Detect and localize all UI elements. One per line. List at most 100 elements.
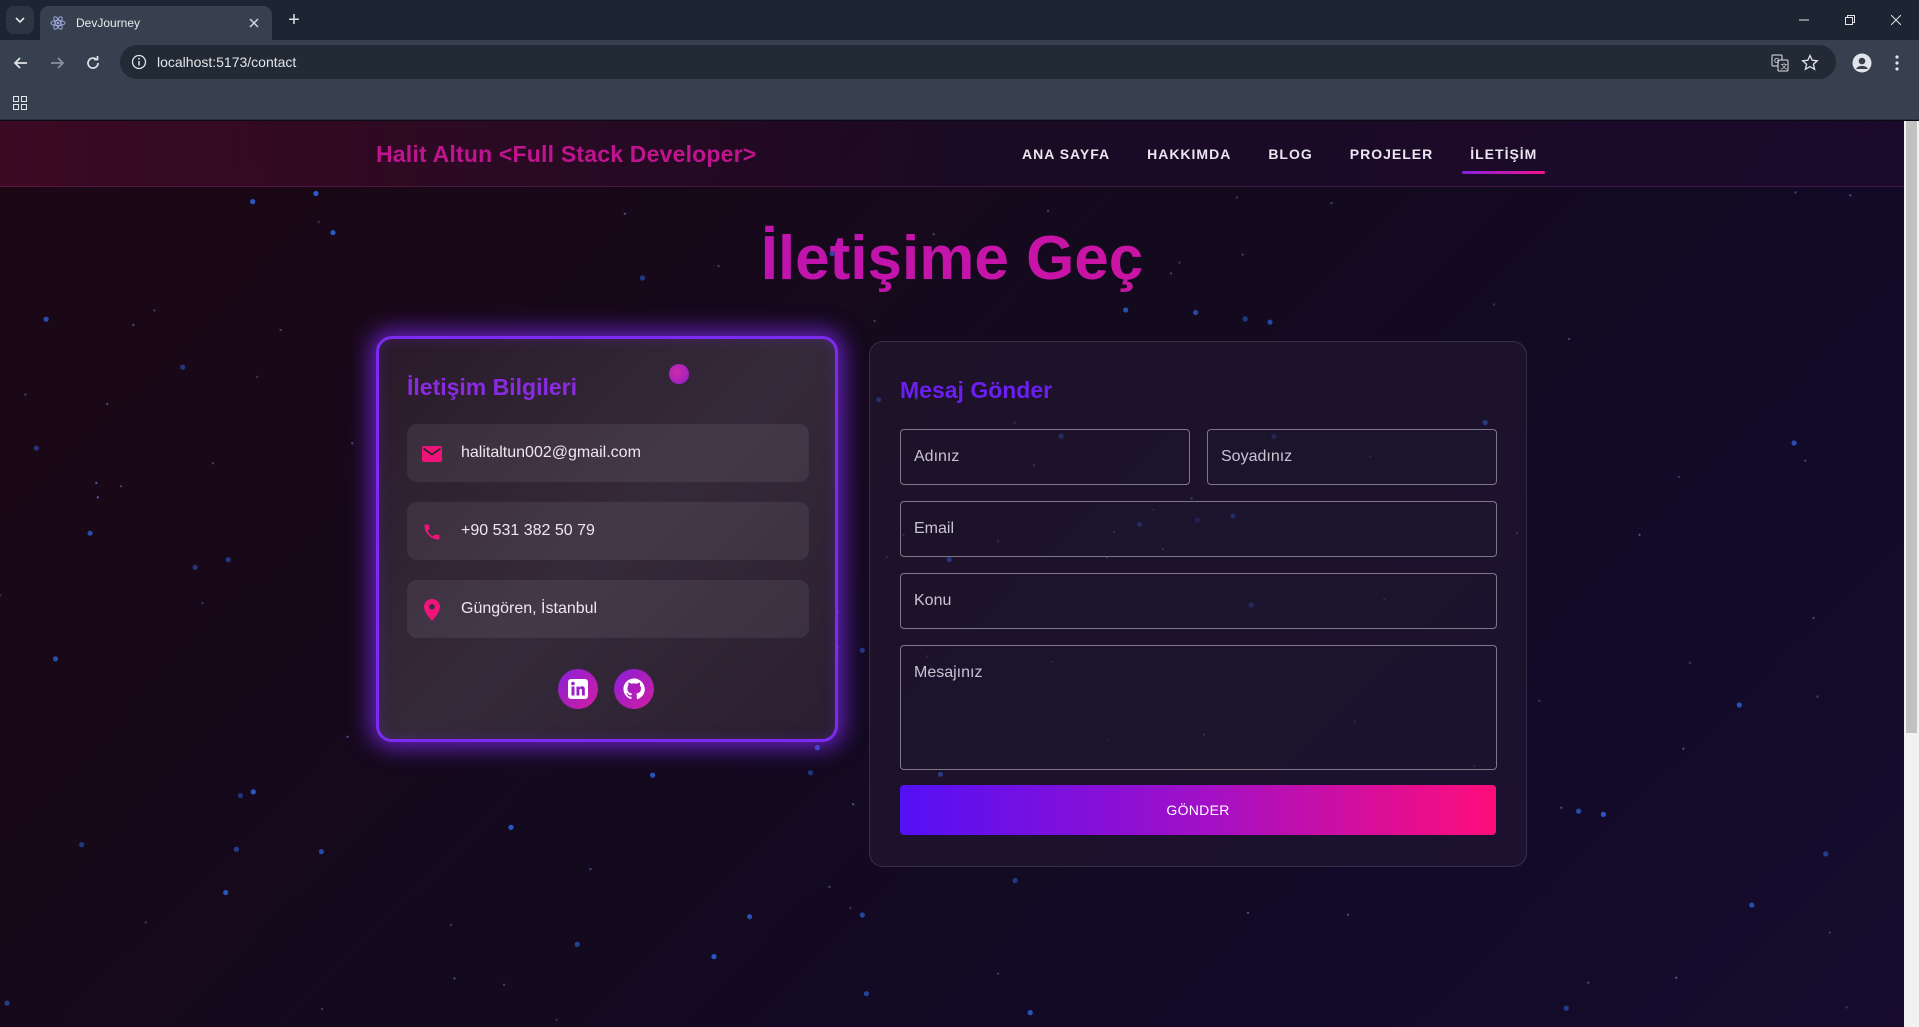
restore-button[interactable]: [1827, 0, 1873, 40]
page-scrollbar[interactable]: [1904, 121, 1919, 1027]
browser-tab[interactable]: DevJourney: [40, 6, 272, 40]
star: [1012, 877, 1018, 884]
last-name-input[interactable]: Soyadınız: [1207, 429, 1497, 485]
star: [4, 1000, 10, 1006]
subject-input[interactable]: Konu: [900, 573, 1497, 629]
star: [1576, 808, 1582, 814]
email-input[interactable]: Email: [900, 501, 1497, 557]
star: [1492, 303, 1496, 306]
first-name-input[interactable]: Adınız: [900, 429, 1190, 485]
star: [1193, 309, 1199, 316]
forward-button[interactable]: [42, 48, 72, 78]
arrow-right-icon: [51, 57, 65, 69]
bookmark-star-icon[interactable]: [1800, 53, 1820, 73]
star: [1828, 931, 1832, 934]
star: [1563, 1005, 1569, 1011]
star: [1849, 194, 1852, 197]
star: [1560, 806, 1563, 809]
star: [87, 530, 93, 536]
github-button[interactable]: [614, 669, 654, 709]
location-info-item[interactable]: Güngören, İstanbul: [407, 580, 809, 638]
close-icon: [1891, 15, 1901, 25]
star: [873, 319, 876, 323]
star: [313, 190, 319, 197]
star: [237, 793, 244, 799]
star: [1682, 747, 1685, 750]
email-info-item[interactable]: halitaltun002@gmail.com: [407, 424, 809, 482]
star: [1791, 440, 1797, 446]
browser-tab-bar: DevJourney +: [0, 0, 1919, 40]
star: [132, 323, 135, 327]
star: [508, 824, 514, 830]
star: [650, 772, 656, 778]
star: [828, 885, 831, 889]
star: [1677, 475, 1681, 479]
apps-grid-icon[interactable]: [10, 93, 30, 113]
star: [1027, 1010, 1033, 1016]
star: [192, 564, 198, 570]
star: [996, 972, 1000, 975]
star: [1538, 699, 1541, 702]
nav-link-ana-sayfa[interactable]: ANA SAYFA: [1014, 121, 1118, 187]
phone-icon: [421, 521, 443, 543]
nav-link-projeler[interactable]: PROJELER: [1342, 121, 1441, 187]
star: [502, 983, 506, 986]
arrow-left-icon: [13, 57, 27, 69]
nav-link-blog[interactable]: BLOG: [1260, 121, 1320, 187]
tab-title: DevJourney: [76, 16, 141, 30]
star: [1235, 196, 1239, 199]
star: [43, 316, 49, 322]
address-bar[interactable]: localhost:5173/contact G文: [120, 45, 1836, 79]
nav-link-iletisim[interactable]: İLETİŞİM: [1462, 121, 1546, 187]
location-text: Güngören, İstanbul: [461, 600, 598, 617]
site-brand[interactable]: Halit Altun <Full Stack Developer>: [376, 141, 756, 168]
star: [1816, 695, 1819, 698]
decorative-orb: [669, 364, 689, 384]
browser-menu-button[interactable]: [1884, 50, 1910, 76]
star: [449, 923, 453, 926]
message-form-title: Mesaj Gönder: [900, 377, 1053, 403]
new-tab-button[interactable]: +: [282, 8, 306, 32]
star: [201, 601, 204, 605]
nav-link-hakkimda[interactable]: HAKKIMDA: [1139, 121, 1239, 187]
message-textarea[interactable]: Mesajınız: [900, 645, 1497, 770]
translate-icon[interactable]: G文: [1770, 53, 1790, 73]
star: [814, 745, 821, 751]
restore-icon: [1845, 15, 1855, 25]
star: [859, 647, 865, 653]
star: [153, 309, 156, 312]
star: [144, 921, 147, 924]
last-name-placeholder: Soyadınız: [1221, 448, 1293, 465]
site-info-icon[interactable]: [130, 53, 148, 71]
star: [711, 954, 717, 960]
star: [1246, 911, 1250, 914]
star: [623, 212, 626, 215]
star: [1749, 902, 1755, 908]
star: [1600, 811, 1606, 818]
tab-search-button[interactable]: [6, 6, 34, 34]
scrollbar-thumb[interactable]: [1906, 121, 1917, 733]
back-button[interactable]: [6, 48, 36, 78]
star: [852, 803, 855, 806]
github-icon: [623, 678, 645, 700]
contact-info-card: İletişim Bilgileri halitaltun002@gmail.c…: [376, 336, 838, 742]
star: [79, 842, 85, 848]
bookmarks-bar: [0, 85, 1919, 120]
linkedin-button[interactable]: [558, 669, 598, 709]
star: [1812, 616, 1815, 620]
minimize-button[interactable]: [1781, 0, 1827, 40]
svg-text:文: 文: [1781, 62, 1788, 71]
star: [119, 485, 123, 488]
star: [1567, 337, 1571, 341]
close-window-button[interactable]: [1873, 0, 1919, 40]
phone-info-item[interactable]: +90 531 382 50 79: [407, 502, 809, 560]
mail-icon: [421, 443, 443, 465]
star: [1587, 981, 1590, 984]
star: [211, 462, 215, 465]
star: [233, 846, 239, 853]
tab-close-icon[interactable]: [246, 15, 262, 31]
reload-button[interactable]: [78, 48, 108, 78]
submit-button[interactable]: GÖNDER: [900, 785, 1496, 835]
profile-button[interactable]: [1849, 50, 1875, 76]
email-placeholder: Email: [914, 520, 955, 537]
